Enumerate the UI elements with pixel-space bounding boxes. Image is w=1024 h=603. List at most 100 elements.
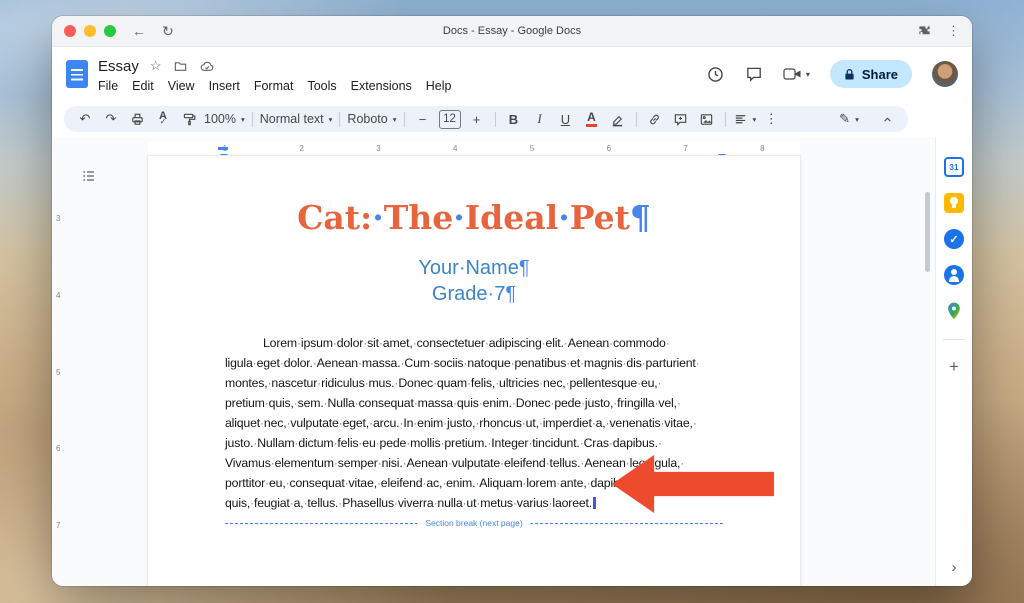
keep-icon[interactable] xyxy=(944,193,964,213)
space-mark: · xyxy=(363,336,367,350)
space-mark: · xyxy=(265,396,269,410)
title-row: Essay ☆ xyxy=(98,55,459,78)
text-color-button[interactable]: A xyxy=(579,108,605,130)
avatar[interactable] xyxy=(932,61,958,87)
meet-button[interactable]: ▾ xyxy=(783,67,810,81)
maximize-button[interactable] xyxy=(104,25,116,37)
space-mark: · xyxy=(394,376,398,390)
menu-file[interactable]: File xyxy=(91,78,125,94)
paint-format-button[interactable] xyxy=(176,108,202,130)
toolbar: ↶ ↷ A✓ 100% xyxy=(64,106,908,132)
space-mark: · xyxy=(358,436,362,450)
maps-icon[interactable] xyxy=(944,301,964,321)
space-mark: · xyxy=(485,336,489,350)
space-mark: · xyxy=(430,356,434,370)
space-mark: · xyxy=(550,396,554,410)
editing-mode-button[interactable]: ✎ ▾ xyxy=(836,108,862,130)
hide-menus-button[interactable] xyxy=(874,108,900,130)
space-mark: · xyxy=(443,416,447,430)
toolbar-separator xyxy=(339,112,340,127)
space-mark: · xyxy=(696,356,700,370)
spellcheck-button[interactable]: A✓ xyxy=(150,108,176,130)
version-history-icon[interactable] xyxy=(706,65,725,84)
bold-button[interactable]: B xyxy=(501,108,527,130)
space-mark: · xyxy=(626,456,630,470)
space-mark: · xyxy=(369,416,373,430)
font-size-decrease-button[interactable]: − xyxy=(410,108,436,130)
header-main: Essay ☆ FileEditViewInsertFormatToolsExt… xyxy=(98,55,459,94)
ruler-number: 5 xyxy=(530,144,534,153)
space-mark: · xyxy=(479,396,483,410)
tasks-icon[interactable]: ✓ xyxy=(944,229,964,249)
space-mark: · xyxy=(487,436,491,450)
document-scrollbar[interactable] xyxy=(925,192,930,272)
google-docs-icon[interactable] xyxy=(66,60,88,88)
space-mark: · xyxy=(558,198,570,237)
cloud-status-icon[interactable] xyxy=(199,59,215,74)
menu-format[interactable]: Format xyxy=(247,78,301,94)
document-title[interactable]: Essay xyxy=(98,58,139,75)
minimize-button[interactable] xyxy=(84,25,96,37)
get-addons-button[interactable]: + xyxy=(949,358,959,375)
undo-button[interactable]: ↶ xyxy=(72,108,98,130)
space-mark: · xyxy=(539,376,543,390)
ruler-number: 5 xyxy=(56,368,60,377)
underline-button[interactable]: U xyxy=(553,108,579,130)
close-button[interactable] xyxy=(64,25,76,37)
font-size-field[interactable]: 12 xyxy=(439,110,461,129)
ruler-number: 8 xyxy=(760,144,764,153)
highlight-color-button[interactable] xyxy=(605,108,631,130)
image-icon xyxy=(699,112,714,127)
outline-icon xyxy=(81,168,97,184)
calendar-icon[interactable]: 31 xyxy=(944,157,964,177)
redo-button[interactable]: ↷ xyxy=(98,108,124,130)
space-mark: · xyxy=(542,336,546,350)
space-mark: · xyxy=(294,396,298,410)
font-size-increase-button[interactable]: + xyxy=(464,108,490,130)
space-mark: · xyxy=(522,416,526,430)
space-mark: · xyxy=(476,496,480,510)
menu-edit[interactable]: Edit xyxy=(125,78,161,94)
italic-button[interactable]: I xyxy=(527,108,553,130)
hide-side-panel-button[interactable]: › xyxy=(936,559,972,576)
toolbar-separator xyxy=(252,112,253,127)
window-controls xyxy=(64,25,116,37)
document-page[interactable]: Cat:·The·Ideal·Pet¶ Your·Name¶ Grade·7¶ … xyxy=(148,156,800,586)
space-mark: · xyxy=(580,456,584,470)
move-folder-icon[interactable] xyxy=(173,59,188,74)
horizontal-ruler[interactable]: 12345678 xyxy=(52,142,934,156)
print-button[interactable] xyxy=(124,108,150,130)
align-button[interactable]: ▾ xyxy=(731,108,759,130)
insert-image-button[interactable] xyxy=(694,108,720,130)
space-mark: · xyxy=(453,198,465,237)
reload-button[interactable]: ↻ xyxy=(162,24,174,38)
extensions-icon[interactable] xyxy=(917,24,932,39)
more-toolbar-options-button[interactable]: ⋮ xyxy=(758,108,784,130)
chevron-down-icon: ▾ xyxy=(855,115,859,124)
first-line-indent-marker[interactable] xyxy=(218,147,228,150)
comments-icon[interactable] xyxy=(745,65,763,83)
ruler-number: 4 xyxy=(56,291,60,300)
space-mark: · xyxy=(581,396,585,410)
show-outline-button[interactable] xyxy=(79,166,99,186)
star-icon[interactable]: ☆ xyxy=(150,58,162,74)
menu-extensions[interactable]: Extensions xyxy=(344,78,419,94)
space-mark: · xyxy=(372,198,384,237)
browser-menu-button[interactable]: ⋮ xyxy=(947,23,960,39)
paragraph-style-select[interactable]: Normal text ▾ xyxy=(258,108,335,130)
share-button[interactable]: Share xyxy=(830,60,912,88)
menu-view[interactable]: View xyxy=(161,78,202,94)
contacts-icon[interactable] xyxy=(944,265,964,285)
insert-link-button[interactable] xyxy=(642,108,668,130)
menu-help[interactable]: Help xyxy=(419,78,459,94)
space-mark: · xyxy=(622,356,626,370)
back-button[interactable]: ← xyxy=(132,24,146,38)
add-comment-button[interactable] xyxy=(668,108,694,130)
menu-tools[interactable]: Tools xyxy=(300,78,343,94)
zoom-select[interactable]: 100% ▾ xyxy=(202,108,247,130)
space-mark: · xyxy=(642,356,646,370)
vertical-ruler[interactable]: 34567 xyxy=(52,156,66,586)
space-mark: · xyxy=(606,416,610,430)
font-select[interactable]: Roboto ▾ xyxy=(345,108,398,130)
menu-insert[interactable]: Insert xyxy=(202,78,247,94)
